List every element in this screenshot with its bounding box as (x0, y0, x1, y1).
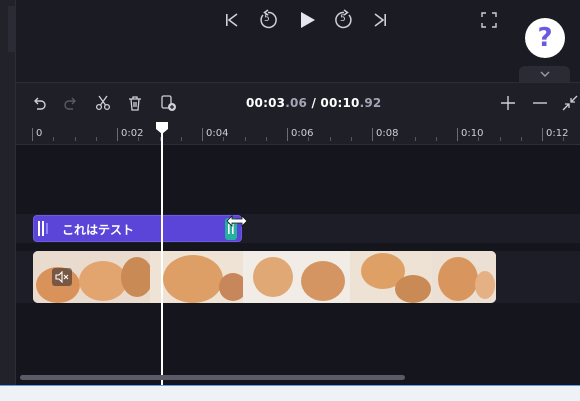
zoom-in-icon (501, 96, 515, 110)
forward-5-button[interactable]: 5 (332, 8, 356, 32)
skip-forward-button[interactable] (368, 8, 392, 32)
ruler-minor-tick (95, 137, 97, 141)
ruler-minor-tick (393, 137, 395, 141)
horizontal-scrollbar[interactable] (20, 375, 405, 380)
chevron-down-icon (540, 71, 549, 77)
rewind-5-button[interactable]: 5 (256, 8, 280, 32)
zoom-in-button[interactable] (498, 93, 518, 113)
timecode: 00:03.06 / 00:10.92 (246, 96, 381, 110)
ruler-major-tick (457, 128, 458, 141)
ruler-minor-tick (223, 137, 225, 141)
fit-timeline-button[interactable] (560, 93, 580, 113)
player-controls: 5 5 (16, 0, 580, 80)
bottom-bar (0, 385, 580, 401)
collapse-icon (562, 95, 578, 111)
ruler-minor-tick (499, 137, 501, 141)
playhead-line[interactable] (161, 124, 163, 385)
ruler-minor-tick (563, 137, 565, 141)
play-icon (301, 12, 315, 28)
ruler-minor-tick (414, 137, 416, 141)
mute-button[interactable] (52, 268, 72, 286)
time-ruler[interactable]: 0 0:02 0:04 0:06 0:08 0:10 0:12 (16, 122, 580, 145)
rewind-seconds-label: 5 (264, 14, 270, 24)
ruler-major-tick (117, 128, 118, 141)
redo-icon (64, 97, 76, 110)
video-clip[interactable] (33, 251, 496, 303)
cut-button[interactable] (93, 93, 113, 113)
ruler-minor-tick (350, 137, 352, 141)
ruler-major-tick (542, 128, 543, 141)
delete-icon (129, 96, 141, 111)
zoom-out-icon (533, 102, 547, 104)
left-rail (0, 0, 16, 385)
ruler-minor-tick (244, 137, 246, 141)
video-thumbnails (33, 251, 496, 303)
skip-back-button[interactable] (220, 8, 244, 32)
ruler-minor-tick (329, 137, 331, 141)
ruler-minor-tick (265, 137, 267, 141)
ruler-label: 0:04 (206, 128, 229, 139)
total-time-fraction: .92 (359, 96, 382, 110)
ruler-minor-tick (435, 137, 437, 141)
skip-back-icon (226, 13, 238, 27)
ruler-minor-tick (520, 137, 522, 141)
ruler-label: 0:12 (546, 128, 569, 139)
redo-button[interactable] (61, 93, 81, 113)
text-clip[interactable]: これはテスト (33, 215, 242, 242)
ruler-label: 0:08 (376, 128, 399, 139)
duplicate-icon (161, 95, 176, 111)
ruler-major-tick (287, 128, 288, 141)
forward-seconds-label: 5 (340, 14, 346, 24)
undo-icon (34, 97, 46, 110)
text-clip-label: これはテスト (62, 223, 135, 237)
ruler-major-tick (32, 128, 33, 141)
zoom-out-button[interactable] (530, 93, 550, 113)
delete-button[interactable] (125, 93, 145, 113)
fullscreen-icon (481, 12, 497, 28)
skip-forward-icon (374, 13, 386, 27)
playhead-handle-icon[interactable] (155, 121, 169, 135)
fullscreen-button[interactable] (477, 8, 501, 32)
ruler-minor-tick (138, 137, 140, 141)
ruler-label: 0:06 (291, 128, 314, 139)
expand-timeline-button[interactable] (519, 66, 570, 82)
duplicate-button[interactable] (158, 93, 178, 113)
total-time: 00:10 (320, 96, 360, 110)
current-time-fraction: .06 (285, 96, 308, 110)
ruler-major-tick (202, 128, 203, 141)
ruler-major-tick (372, 128, 373, 141)
ruler-minor-tick (180, 137, 182, 141)
timeline-toolbar: 00:03.06 / 00:10.92 (16, 82, 580, 123)
timecode-separator: / (307, 96, 321, 110)
resize-cursor-icon (226, 215, 248, 227)
help-label: ? (537, 23, 553, 53)
current-time: 00:03 (246, 96, 286, 110)
cut-icon (95, 95, 111, 111)
help-button[interactable]: ? (525, 18, 565, 58)
ruler-minor-tick (53, 137, 55, 141)
clip-handle-left-icon[interactable] (38, 221, 48, 236)
ruler-label: 0:02 (121, 128, 144, 139)
ruler-minor-tick (308, 137, 310, 141)
ruler-label: 0 (36, 128, 43, 139)
undo-button[interactable] (29, 93, 49, 113)
ruler-minor-tick (74, 137, 76, 141)
play-button[interactable] (295, 8, 319, 32)
ruler-label: 0:10 (461, 128, 484, 139)
mute-icon (55, 271, 69, 283)
ruler-minor-tick (478, 137, 480, 141)
